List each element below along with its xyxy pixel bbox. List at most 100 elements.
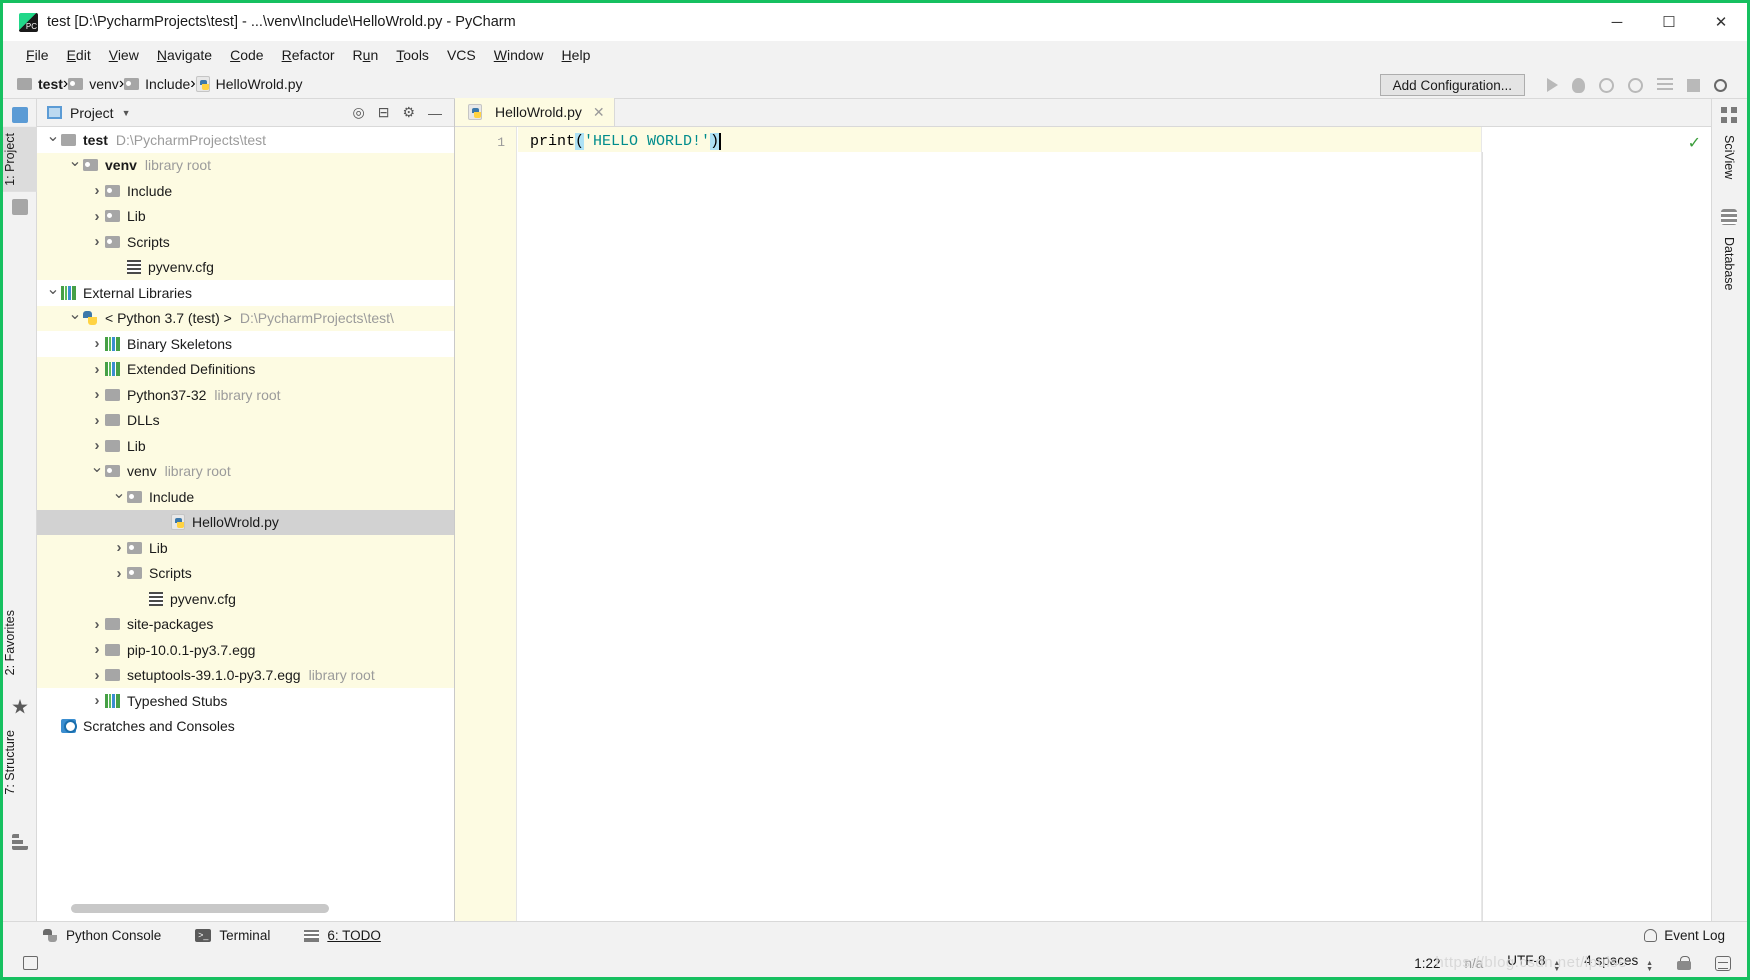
chevron-right-icon[interactable] <box>89 208 105 225</box>
chevron-right-icon[interactable] <box>89 361 105 378</box>
breadcrumb-item-hellowrold-py[interactable]: HelloWrold.py <box>195 75 303 92</box>
stop-icon[interactable] <box>1687 78 1700 92</box>
tab-hellowrold-py[interactable]: HelloWrold.py ✕ <box>455 98 615 126</box>
project-horizontal-scrollbar[interactable] <box>37 895 454 921</box>
indent-setting[interactable]: 4 spaces ▲ ▼ <box>1584 953 1653 973</box>
chevron-down-icon[interactable] <box>89 461 105 481</box>
maximize-button[interactable]: ☐ <box>1643 3 1695 41</box>
run-with-icon[interactable] <box>1657 78 1673 92</box>
tree-row[interactable]: Scripts <box>37 229 454 255</box>
menu-item-vcs[interactable]: VCS <box>438 44 485 66</box>
chevron-down-icon[interactable] <box>67 308 83 328</box>
sidebar-item-database[interactable]: Database <box>1711 231 1747 297</box>
caret-position[interactable]: 1:22 <box>1414 956 1440 971</box>
tree-row[interactable]: pyvenv.cfg <box>37 254 454 280</box>
tree-row[interactable]: site-packages <box>37 611 454 637</box>
tree-row[interactable]: Lib <box>37 203 454 229</box>
add-configuration-button[interactable]: Add Configuration... <box>1379 74 1525 96</box>
hide-icon[interactable]: — <box>428 105 442 121</box>
tree-row[interactable]: venv library root <box>37 458 454 484</box>
tree-row[interactable]: Binary Skeletons <box>37 331 454 357</box>
breadcrumb-item-test[interactable]: test <box>17 76 63 92</box>
chevron-right-icon[interactable] <box>89 692 105 709</box>
tree-row[interactable]: Lib <box>37 433 454 459</box>
chevron-right-icon[interactable] <box>89 335 105 352</box>
collapse-all-icon[interactable]: ⊟ <box>378 104 390 121</box>
menu-item-navigate[interactable]: Navigate <box>148 44 221 66</box>
debug-icon[interactable] <box>1572 77 1585 93</box>
menu-item-window[interactable]: Window <box>485 44 553 66</box>
breadcrumb-item-venv[interactable]: venv <box>68 76 119 92</box>
run-coverage-icon[interactable] <box>1599 77 1614 93</box>
sidebar-item-structure[interactable]: 7: Structure <box>3 724 37 801</box>
chevron-right-icon[interactable] <box>89 667 105 684</box>
menu-item-code[interactable]: Code <box>221 44 272 66</box>
sidebar-item-project[interactable]: 1: Project <box>3 127 37 192</box>
bottom-item-terminal[interactable]: >_ Terminal <box>195 928 270 943</box>
tree-row[interactable]: Typeshed Stubs <box>37 688 454 714</box>
run-icon[interactable] <box>1547 78 1558 92</box>
tree-row[interactable]: pyvenv.cfg <box>37 586 454 612</box>
code-line-1[interactable]: print('HELLO WORLD!') <box>518 127 1481 152</box>
tree-row[interactable]: test D:\PycharmProjects\test <box>37 127 454 153</box>
chevron-right-icon[interactable] <box>89 641 105 658</box>
tree-row[interactable]: Python37-32 library root <box>37 382 454 408</box>
menu-item-refactor[interactable]: Refactor <box>273 44 344 66</box>
chevron-right-icon[interactable] <box>89 412 105 429</box>
menu-item-edit[interactable]: Edit <box>58 44 100 66</box>
bottom-item-todo[interactable]: 6: TODO <box>304 928 381 943</box>
encoding[interactable]: UTF-8 ▲ ▼ <box>1507 953 1560 973</box>
gear-icon[interactable]: ⚙ <box>402 104 415 121</box>
bottom-item-python-console[interactable]: Python Console <box>43 928 161 943</box>
menu-item-run[interactable]: Run <box>344 44 388 66</box>
minimize-button[interactable]: ─ <box>1591 3 1643 41</box>
chevron-down-icon[interactable] <box>45 283 61 303</box>
tree-row[interactable]: Extended Definitions <box>37 356 454 382</box>
menu-item-help[interactable]: Help <box>553 44 600 66</box>
code-area[interactable]: 1 print('HELLO WORLD!') ✓ <box>455 127 1711 921</box>
tree-row[interactable]: < Python 3.7 (test) > D:\PycharmProjects\… <box>37 305 454 331</box>
lock-icon[interactable] <box>1677 955 1691 971</box>
toggle-toolwindows-icon[interactable] <box>23 956 38 970</box>
code-empty-space[interactable] <box>518 152 1481 921</box>
tree-row[interactable]: Scratches and Consoles <box>37 714 454 740</box>
sidebar-item-sciview[interactable]: SciView <box>1711 129 1747 185</box>
chevron-right-icon[interactable] <box>111 565 127 582</box>
menu-item-file[interactable]: File <box>17 44 58 66</box>
tree-row[interactable]: Lib <box>37 535 454 561</box>
tree-row[interactable]: Scripts <box>37 560 454 586</box>
tree-row[interactable]: External Libraries <box>37 280 454 306</box>
tree-row[interactable]: setuptools-39.1.0-py3.7.egg library root <box>37 662 454 688</box>
chevron-right-icon[interactable] <box>89 386 105 403</box>
menu-item-view[interactable]: View <box>100 44 148 66</box>
menu-item-tools[interactable]: Tools <box>387 44 438 66</box>
tree-row[interactable]: venv library root <box>37 152 454 178</box>
tree-row[interactable]: pip-10.0.1-py3.7.egg <box>37 637 454 663</box>
event-log-button[interactable]: Event Log <box>1644 928 1725 943</box>
chevron-right-icon[interactable] <box>89 616 105 633</box>
git-branch[interactable]: n/a <box>1465 956 1484 971</box>
chevron-right-icon[interactable] <box>111 539 127 556</box>
inspection-status-icon[interactable]: ✓ <box>1688 133 1701 153</box>
tree-row[interactable]: Include <box>37 484 454 510</box>
search-everywhere-icon[interactable] <box>1714 78 1727 92</box>
inspection-level-icon[interactable] <box>1715 955 1731 971</box>
project-tree[interactable]: test D:\PycharmProjects\test venv library r… <box>37 127 454 895</box>
breadcrumb-item-include[interactable]: Include <box>124 76 190 92</box>
tree-row[interactable]: DLLs <box>37 407 454 433</box>
chevron-down-icon[interactable] <box>45 130 61 150</box>
scrollbar-thumb[interactable] <box>71 904 329 913</box>
chevron-down-icon[interactable] <box>67 155 83 175</box>
tree-row[interactable]: HelloWrold.py <box>37 509 454 535</box>
chevron-right-icon[interactable] <box>89 182 105 199</box>
chevron-down-icon[interactable]: ▼ <box>122 108 131 118</box>
profile-icon[interactable] <box>1628 77 1643 93</box>
chevron-right-icon[interactable] <box>89 437 105 454</box>
chevron-down-icon[interactable] <box>111 487 127 507</box>
target-icon[interactable]: ◎ <box>352 104 364 121</box>
chevron-right-icon[interactable] <box>89 233 105 250</box>
sidebar-item-favorites[interactable]: 2: Favorites <box>3 604 37 681</box>
close-icon[interactable]: ✕ <box>593 104 605 121</box>
tree-row[interactable]: Include <box>37 178 454 204</box>
close-button[interactable]: ✕ <box>1695 3 1747 41</box>
